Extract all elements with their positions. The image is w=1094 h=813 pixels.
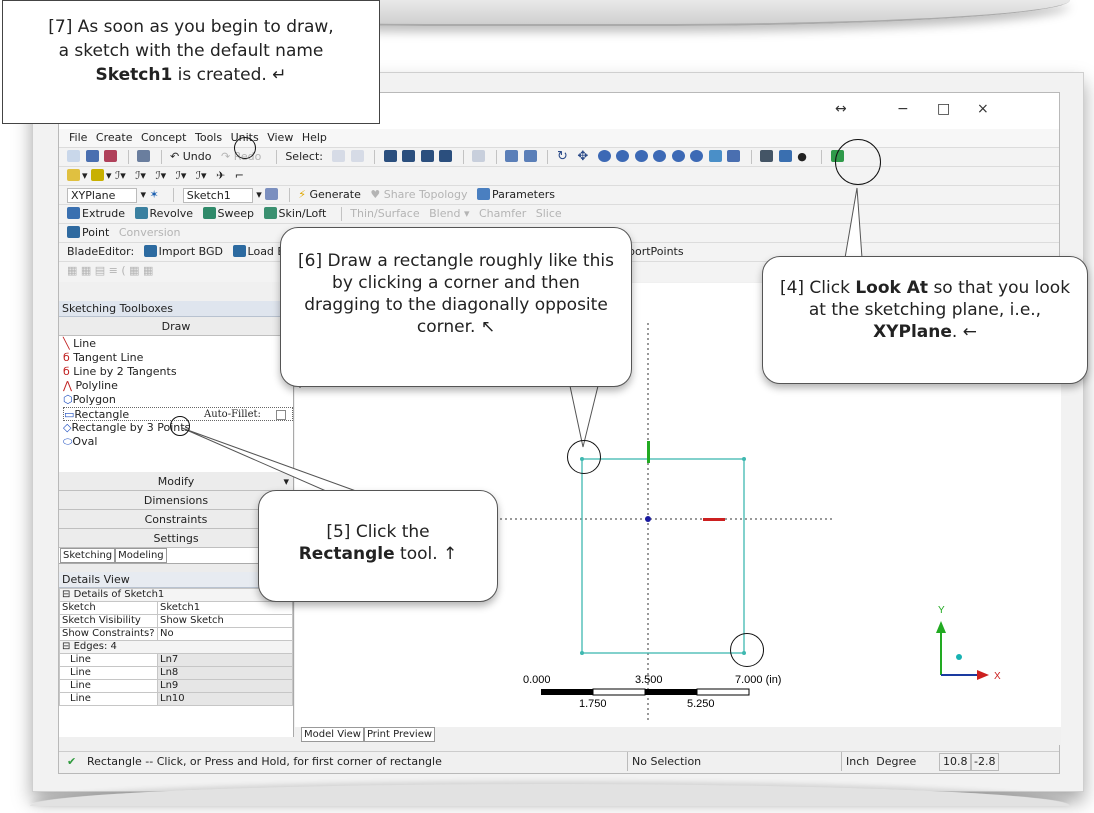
callout-line: a sketch with the default name xyxy=(58,41,324,61)
callout-line: Rectangle tool. ↑ xyxy=(269,543,487,565)
pointer-look-at xyxy=(844,187,863,259)
callout-line: Sketch1 is created. ↵ xyxy=(3,63,379,87)
callout-text: [6] Draw a rectangle roughly like this b… xyxy=(298,251,614,337)
callout-bold: Look At xyxy=(855,278,929,298)
callout-text: [5] Click the xyxy=(326,522,430,542)
highlight-sketch-selector xyxy=(234,137,256,159)
highlight-rectangle-tool xyxy=(170,416,190,436)
callout-line: [7] As soon as you begin to draw, xyxy=(48,17,334,37)
callout-step-4: [4] Click Look At so that you look at th… xyxy=(762,256,1088,384)
pointer-rectangle xyxy=(181,427,357,492)
callout-text: . ← xyxy=(951,322,977,342)
callout-step-7: [7] As soon as you begin to draw, a sket… xyxy=(2,0,380,124)
callout-text: tool. ↑ xyxy=(394,544,458,564)
highlight-first-corner xyxy=(567,440,601,474)
callout-bold: XYPlane xyxy=(873,322,952,342)
highlight-opposite-corner xyxy=(730,633,764,667)
callout-text: [4] Click xyxy=(779,278,856,298)
callout-text: is created. ↵ xyxy=(172,65,287,85)
highlight-look-at xyxy=(835,139,881,185)
pointer-corner xyxy=(569,385,599,448)
callout-step-6: [6] Draw a rectangle roughly like this b… xyxy=(280,227,632,387)
callout-bold: Rectangle xyxy=(298,544,395,564)
callout-bold: Sketch1 xyxy=(95,65,173,85)
callout-step-5: [5] Click the Rectangle tool. ↑ xyxy=(258,490,498,602)
